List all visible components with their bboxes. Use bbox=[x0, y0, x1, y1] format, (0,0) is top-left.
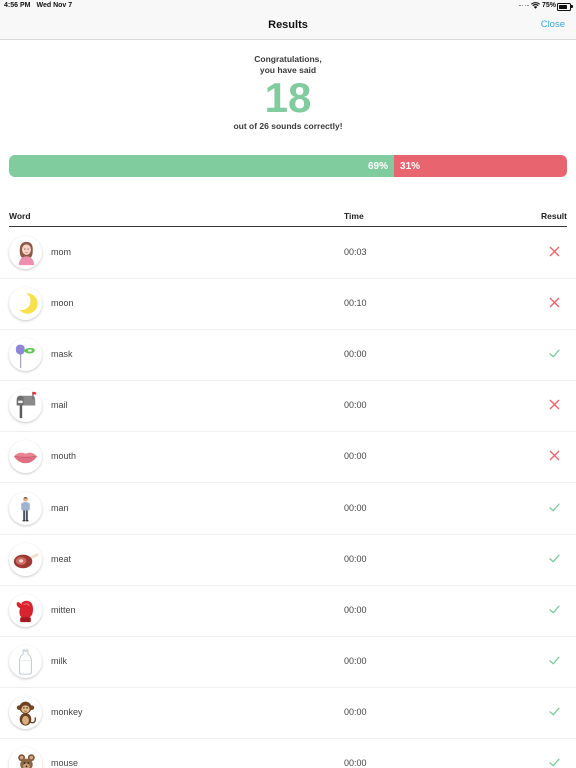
table-row[interactable]: man 00:00 bbox=[0, 484, 576, 535]
word-avatar bbox=[9, 542, 42, 576]
mitten-image bbox=[16, 600, 34, 622]
congratulations-text: Congratulations, bbox=[254, 53, 322, 64]
table-header: Word Time Result bbox=[9, 209, 567, 227]
mail-image bbox=[16, 392, 37, 419]
progress-correct-segment: 69% bbox=[9, 155, 395, 177]
cellular-dots-icon bbox=[519, 4, 529, 7]
time-label: 00:03 bbox=[344, 247, 367, 257]
cross-icon bbox=[549, 246, 560, 257]
cross-icon bbox=[549, 450, 560, 461]
word-avatar bbox=[9, 695, 42, 729]
time-label: 00:00 bbox=[344, 553, 367, 564]
man-image bbox=[21, 496, 30, 521]
word-label: man bbox=[51, 502, 69, 513]
word-label: mouse bbox=[51, 758, 79, 768]
time-label: 00:00 bbox=[344, 502, 367, 513]
table-row[interactable]: milk 00:00 bbox=[0, 637, 576, 688]
meat-image bbox=[13, 552, 39, 568]
wifi-icon bbox=[531, 2, 540, 9]
check-icon bbox=[549, 502, 560, 513]
mouth-image bbox=[13, 452, 38, 464]
time-label: 00:00 bbox=[344, 349, 367, 360]
word-label: mask bbox=[51, 349, 73, 360]
word-avatar bbox=[9, 389, 42, 423]
word-avatar bbox=[9, 236, 42, 269]
time-label: 00:00 bbox=[344, 706, 367, 717]
cross-icon bbox=[549, 297, 560, 308]
word-label: mom bbox=[51, 247, 71, 257]
table-row[interactable]: mitten 00:00 bbox=[0, 586, 576, 637]
correct-count: 18 bbox=[264, 74, 312, 121]
word-avatar bbox=[9, 287, 42, 321]
results-screen: 4:56 PM Wed Nov 7 75% Results Close Congr… bbox=[0, 0, 576, 768]
word-label: mouth bbox=[51, 451, 77, 462]
cross-icon bbox=[549, 399, 560, 410]
check-icon bbox=[549, 706, 560, 717]
table-row[interactable]: mouse 00:00 bbox=[0, 739, 576, 768]
word-avatar bbox=[9, 491, 42, 525]
check-icon bbox=[549, 655, 560, 666]
table-row[interactable]: moon 00:10 bbox=[0, 279, 576, 331]
word-label: milk bbox=[51, 655, 67, 666]
table-row[interactable]: mouth 00:00 bbox=[0, 432, 576, 484]
check-icon bbox=[549, 604, 560, 615]
table-row[interactable]: meat 00:00 bbox=[0, 535, 576, 586]
check-icon bbox=[549, 553, 560, 564]
word-avatar bbox=[9, 593, 42, 627]
table-row[interactable]: mail 00:00 bbox=[0, 381, 576, 433]
mouse-image bbox=[18, 754, 35, 768]
time-label: 00:00 bbox=[344, 604, 367, 615]
word-label: moon bbox=[51, 298, 74, 309]
milk-image bbox=[19, 649, 32, 675]
battery-level bbox=[558, 4, 567, 9]
incorrect-percent-label: 31% bbox=[400, 160, 421, 172]
close-button[interactable]: Close bbox=[541, 19, 565, 31]
table-row[interactable]: monkey 00:00 bbox=[0, 688, 576, 739]
page-title: Results bbox=[268, 18, 308, 31]
table-row[interactable]: mom 00:03 bbox=[0, 228, 576, 280]
results-list[interactable]: mom 00:03 moon 00:10 mask 00:00 mail 00:00 mouth… bbox=[0, 228, 576, 768]
mask-image bbox=[15, 344, 35, 369]
correct-percent-label: 69% bbox=[368, 160, 389, 172]
word-label: monkey bbox=[51, 706, 83, 717]
status-time: 4:56 PM bbox=[4, 2, 31, 9]
mom-image bbox=[18, 241, 35, 266]
score-caption: out of 26 sounds correctly! bbox=[233, 120, 343, 131]
time-label: 00:00 bbox=[344, 655, 367, 666]
word-avatar bbox=[9, 747, 42, 768]
word-avatar bbox=[9, 440, 42, 474]
word-label: mail bbox=[51, 400, 68, 411]
table-row[interactable]: mask 00:00 bbox=[0, 330, 576, 382]
time-label: 00:00 bbox=[344, 400, 367, 411]
battery-percent: 75% bbox=[542, 2, 557, 9]
word-avatar bbox=[9, 644, 42, 678]
time-label: 00:00 bbox=[344, 758, 367, 768]
status-bar-left: 4:56 PM Wed Nov 7 bbox=[4, 0, 72, 11]
progress-incorrect-segment: 31% bbox=[394, 155, 567, 177]
check-icon bbox=[549, 348, 560, 359]
column-header-time: Time bbox=[344, 211, 364, 221]
word-label: meat bbox=[51, 553, 72, 564]
score-progress-bar: 69% 31% bbox=[9, 155, 567, 177]
column-header-word: Word bbox=[9, 211, 31, 221]
monkey-image bbox=[16, 701, 37, 726]
word-avatar bbox=[9, 338, 42, 372]
moon-image bbox=[12, 292, 38, 314]
check-icon bbox=[549, 757, 560, 768]
battery-icon bbox=[557, 3, 573, 11]
status-date: Wed Nov 7 bbox=[36, 2, 73, 9]
column-header-result: Result bbox=[541, 211, 567, 221]
time-label: 00:00 bbox=[344, 451, 367, 462]
time-label: 00:10 bbox=[344, 298, 367, 309]
word-label: mitten bbox=[51, 604, 76, 615]
navigation-bar: 4:56 PM Wed Nov 7 75% Results Close bbox=[0, 0, 576, 40]
